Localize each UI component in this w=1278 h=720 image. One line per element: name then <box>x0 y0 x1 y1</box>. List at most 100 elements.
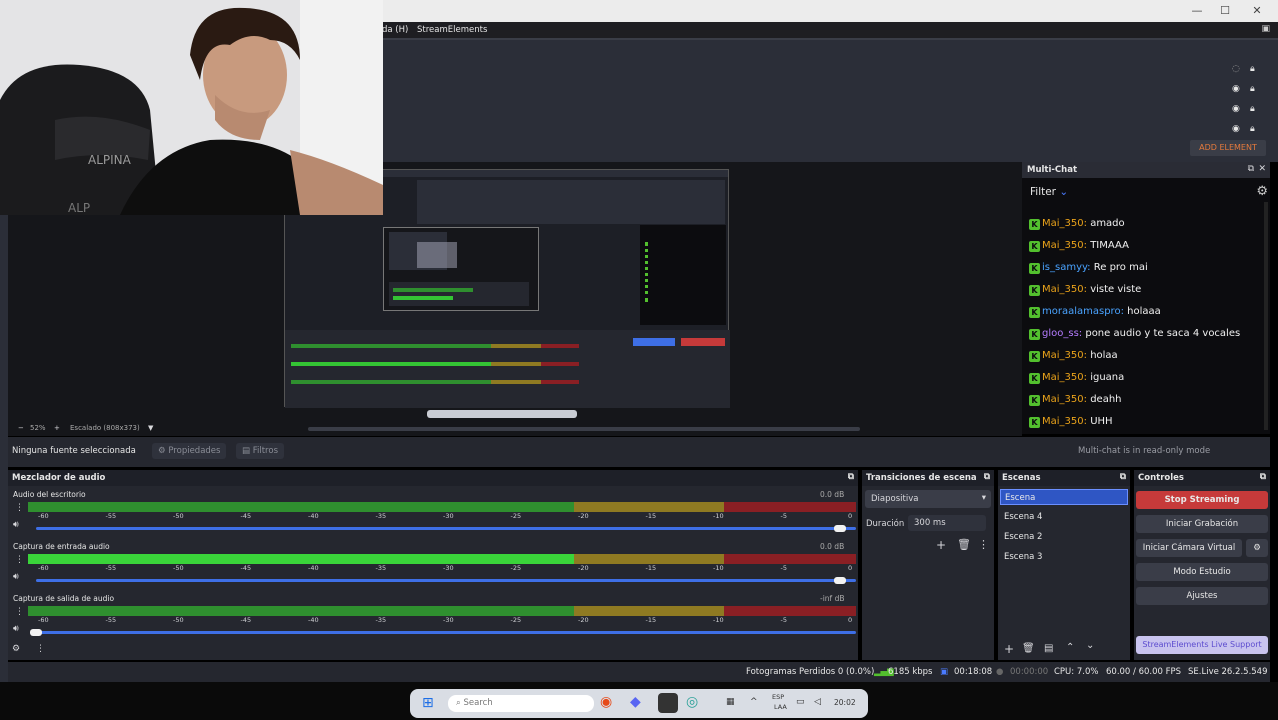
meter-tick-label: -5 <box>780 512 787 520</box>
lock-icon[interactable]: 🔒︎ <box>1250 64 1255 74</box>
scale-dropdown-icon[interactable]: ▼ <box>148 424 153 432</box>
windows-start-icon[interactable]: ⊞ <box>422 695 434 711</box>
app-icon[interactable]: ◎ <box>686 694 698 710</box>
lock-icon[interactable]: 🔒︎ <box>1250 124 1255 134</box>
transition-select[interactable]: Diapositiva ▾ <box>865 490 991 508</box>
dock-float-icon[interactable]: ⧉ <box>848 472 854 482</box>
settings-gear-icon[interactable]: ⚙ <box>1256 184 1268 199</box>
maximize-button[interactable]: ☐ <box>1218 4 1232 17</box>
volume-slider-knob[interactable] <box>834 577 846 584</box>
trash-icon[interactable]: 🗑︎ <box>1022 643 1035 654</box>
add-scene-icon[interactable]: + <box>1004 642 1014 656</box>
source-row[interactable]: ◉ 🔒︎ <box>1232 84 1264 96</box>
volume-slider[interactable] <box>36 527 856 530</box>
language-indicator[interactable]: ESP <box>772 693 784 701</box>
eye-icon[interactable]: ◉ <box>1232 84 1240 94</box>
taskbar-search[interactable]: ⌕ Search <box>448 695 594 712</box>
virtual-camera-button[interactable]: Iniciar Cámara Virtual <box>1136 539 1242 557</box>
chat-username[interactable]: Mai_350: <box>1042 284 1087 295</box>
duration-value: 300 ms <box>914 518 946 528</box>
eye-icon[interactable]: ◉ <box>1232 124 1240 134</box>
scene-item[interactable]: Escena 3 <box>1000 549 1128 565</box>
scene-item[interactable]: Escena 2 <box>1000 529 1128 545</box>
speaker-icon[interactable]: 🔊︎ <box>13 624 19 634</box>
minimize-button[interactable]: — <box>1190 4 1204 17</box>
filter-icon[interactable]: ▤ <box>1044 643 1053 654</box>
clock[interactable]: 20:02 <box>834 698 856 707</box>
chat-username[interactable]: is_samyy: <box>1042 262 1091 273</box>
add-icon[interactable]: + <box>936 538 946 552</box>
chat-scrollbar[interactable] <box>1264 202 1268 430</box>
preview-zoom-bar: − 52% + Escalado (808x373) ▼ <box>8 422 1022 436</box>
volume-slider-knob[interactable] <box>30 629 42 636</box>
channel-menu-icon[interactable]: ⋮ <box>15 555 24 565</box>
volume-slider[interactable] <box>36 631 856 634</box>
speaker-icon[interactable]: 🔊︎ <box>13 572 19 582</box>
network-icon[interactable]: ▭ <box>796 697 805 707</box>
eye-icon[interactable]: ◉ <box>1232 104 1240 114</box>
menu-dots-icon[interactable]: ⋮ <box>978 538 989 551</box>
lock-icon[interactable]: 🔒︎ <box>1250 104 1255 114</box>
channel-name: Captura de salida de audio <box>13 594 115 603</box>
properties-button[interactable]: ⚙ Propiedades <box>152 443 227 459</box>
chat-username[interactable]: Mai_350: <box>1042 218 1087 229</box>
chat-username[interactable]: moraalamaspro: <box>1042 306 1124 317</box>
chat-username[interactable]: Mai_350: <box>1042 372 1087 383</box>
preview-scrollbar[interactable] <box>308 427 860 431</box>
live-icon: ▣ <box>940 667 949 677</box>
widgets-icon[interactable]: ▦ <box>726 697 735 707</box>
lock-icon[interactable]: 🔒︎ <box>1250 84 1255 94</box>
dock-float-icon[interactable]: ⧉ <box>984 472 990 482</box>
dock-close-icon[interactable]: ✕ <box>1258 164 1266 174</box>
virtual-camera-settings-icon[interactable]: ⚙ <box>1246 539 1268 557</box>
volume-icon[interactable]: ◁ <box>814 697 821 707</box>
stop-streaming-button[interactable]: Stop Streaming <box>1136 491 1268 509</box>
studio-mode-button[interactable]: Modo Estudio <box>1136 563 1268 581</box>
eye-hidden-icon[interactable]: ◌ <box>1232 64 1240 74</box>
filters-button[interactable]: ▤ Filtros <box>236 443 284 459</box>
chat-username[interactable]: Mai_350: <box>1042 416 1087 427</box>
dock-float-icon[interactable]: ⧉ <box>1248 164 1254 174</box>
scene-item-selected[interactable]: Escena <box>1000 489 1128 505</box>
dock-float-icon[interactable]: ⧉ <box>1120 472 1126 482</box>
channel-menu-icon[interactable]: ⋮ <box>15 503 24 513</box>
chat-username[interactable]: Mai_350: <box>1042 240 1087 251</box>
speaker-icon[interactable]: 🔊︎ <box>13 520 19 530</box>
chevron-down-icon[interactable]: ⌄ <box>1086 640 1094 651</box>
advanced-audio-icon[interactable]: ⚙ <box>12 644 20 654</box>
tray-chevron-icon[interactable]: ^ <box>750 697 758 707</box>
add-element-button[interactable]: ADD ELEMENT <box>1190 140 1266 156</box>
chat-username[interactable]: gloo_ss: <box>1042 328 1082 339</box>
mixer-menu-icon[interactable]: ⋮ <box>36 644 45 654</box>
trash-icon[interactable]: 🗑︎ <box>957 538 971 551</box>
close-button[interactable]: ✕ <box>1250 4 1264 17</box>
source-row[interactable]: ◌ 🔒︎ <box>1232 64 1264 76</box>
channel-db: 0.0 dB <box>820 542 845 551</box>
transitions-header: Transiciones de escena ⧉ <box>862 470 994 486</box>
menu-item-help[interactable]: da (H) <box>382 25 408 35</box>
menu-bar: da (H) StreamElements ▣ <box>382 22 1278 38</box>
start-recording-button[interactable]: Iniciar Grabación <box>1136 515 1268 533</box>
chat-username[interactable]: Mai_350: <box>1042 350 1087 361</box>
dock-float-icon[interactable]: ⧉ <box>1260 472 1266 482</box>
source-row[interactable]: ◉ 🔒︎ <box>1232 124 1264 136</box>
chat-username[interactable]: Mai_350: <box>1042 394 1087 405</box>
zoom-plus-button[interactable]: + <box>54 424 60 432</box>
volume-slider-knob[interactable] <box>834 525 846 532</box>
duration-input[interactable]: 300 ms <box>908 515 986 531</box>
meter-tick-label: -55 <box>105 512 117 520</box>
settings-button[interactable]: Ajustes <box>1136 587 1268 605</box>
volume-slider[interactable] <box>36 579 856 582</box>
source-row[interactable]: ◉ 🔒︎ <box>1232 104 1264 116</box>
se-live-support-button[interactable]: StreamElements Live Support <box>1136 636 1268 654</box>
chrome-icon[interactable]: ◉ <box>600 694 612 710</box>
obs-icon[interactable] <box>658 693 678 713</box>
scene-item[interactable]: Escena 4 <box>1000 509 1128 525</box>
discord-icon[interactable]: ◆ <box>630 694 641 710</box>
channel-menu-icon[interactable]: ⋮ <box>15 607 24 617</box>
zoom-minus-button[interactable]: − <box>18 424 24 432</box>
dock-menu-icon[interactable]: ▣ <box>1261 24 1270 34</box>
chevron-up-icon[interactable]: ⌃ <box>1066 642 1074 653</box>
filter-dropdown[interactable]: Filter ⌄ <box>1030 186 1068 198</box>
menu-item-streamelements[interactable]: StreamElements <box>417 25 487 35</box>
